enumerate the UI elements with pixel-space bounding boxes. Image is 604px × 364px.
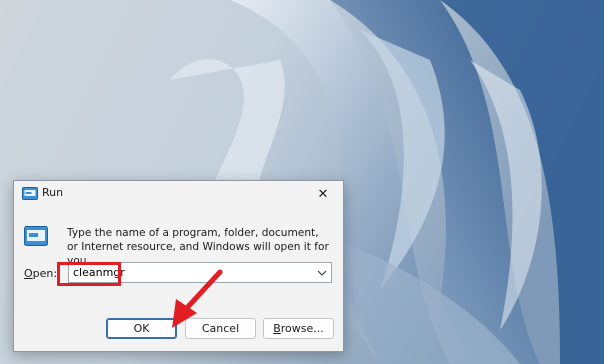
close-icon: ✕ <box>317 186 329 202</box>
open-label-rest: pen: <box>32 267 58 280</box>
ok-button[interactable]: OK <box>106 318 177 339</box>
run-app-icon <box>24 226 48 246</box>
run-app-icon <box>22 187 38 200</box>
window-title: Run <box>42 186 64 199</box>
close-button[interactable]: ✕ <box>303 181 343 207</box>
browse-label-rest: rowse... <box>280 322 324 335</box>
highlight-box <box>57 262 121 286</box>
cancel-button[interactable]: Cancel <box>185 318 256 339</box>
browse-accesskey: B <box>273 322 281 335</box>
chevron-down-icon[interactable] <box>316 267 328 279</box>
browse-button[interactable]: Browse... <box>263 318 334 339</box>
title-bar[interactable]: Run ✕ <box>14 181 343 207</box>
run-dialog: Run ✕ Type the name of a program, folder… <box>13 180 344 352</box>
open-label-accesskey: O <box>24 267 33 280</box>
open-label: Open: <box>24 267 57 280</box>
